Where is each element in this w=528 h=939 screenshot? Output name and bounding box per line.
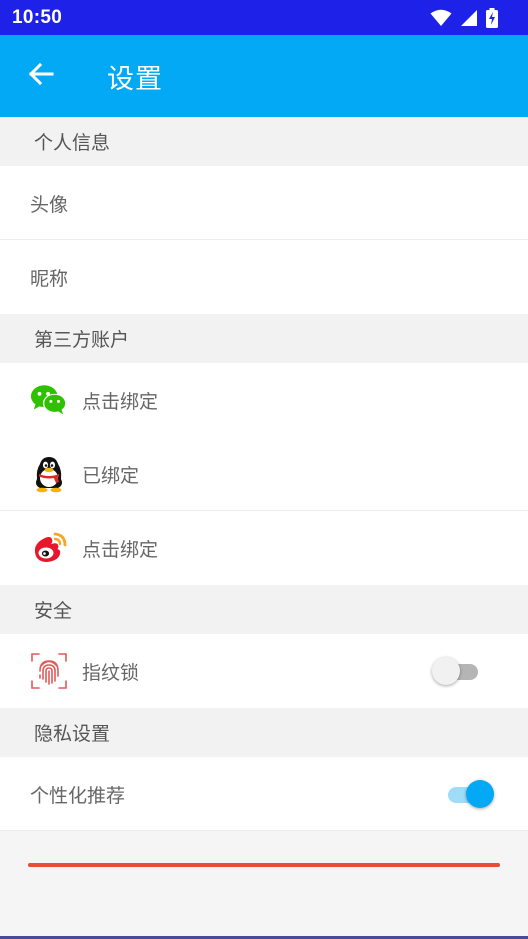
qq-bind-label: 已绑定 [82, 464, 140, 487]
fingerprint-icon [30, 652, 68, 690]
wechat-bind-label: 点击绑定 [82, 390, 159, 413]
wifi-icon [430, 9, 452, 27]
section-header-privacy: 隐私设置 [0, 708, 528, 757]
settings-item-personalized-recommendation[interactable]: 个性化推荐 [0, 757, 528, 831]
fingerprint-label: 指纹锁 [82, 661, 140, 684]
weibo-icon [30, 529, 68, 567]
fingerprint-toggle[interactable] [432, 656, 482, 686]
bottom-area [0, 832, 528, 939]
cellular-signal-icon [460, 9, 478, 27]
settings-item-qq[interactable]: 已绑定 [0, 437, 528, 511]
back-button[interactable] [0, 35, 82, 117]
wechat-icon [30, 381, 68, 419]
qq-penguin-icon [30, 455, 68, 493]
toggle-thumb [432, 657, 460, 685]
section-header-security: 安全 [0, 585, 528, 634]
personalized-recommendation-label: 个性化推荐 [30, 784, 126, 807]
weibo-bind-label: 点击绑定 [82, 538, 159, 561]
status-time: 10:50 [12, 6, 63, 28]
status-icons [430, 7, 498, 28]
settings-item-label: 头像 [30, 193, 69, 216]
settings-item-nickname[interactable]: 昵称 [0, 240, 528, 314]
settings-item-label: 昵称 [30, 267, 69, 290]
section-header-third-party: 第三方账户 [0, 314, 528, 363]
settings-item-fingerprint[interactable]: 指纹锁 [0, 634, 528, 708]
status-bar: 10:50 [0, 0, 528, 35]
settings-item-wechat[interactable]: 点击绑定 [0, 363, 528, 437]
section-header-personal-info: 个人信息 [0, 117, 528, 166]
battery-charging-icon [486, 7, 498, 28]
page-title: 设置 [107, 63, 163, 95]
accent-divider-line [28, 863, 500, 867]
toggle-thumb [466, 780, 494, 808]
settings-item-weibo[interactable]: 点击绑定 [0, 511, 528, 585]
app-bar: 设置 [0, 35, 528, 117]
settings-item-avatar[interactable]: 头像 [0, 166, 528, 240]
personalized-recommendation-toggle[interactable] [444, 779, 494, 809]
arrow-left-icon [28, 61, 54, 91]
